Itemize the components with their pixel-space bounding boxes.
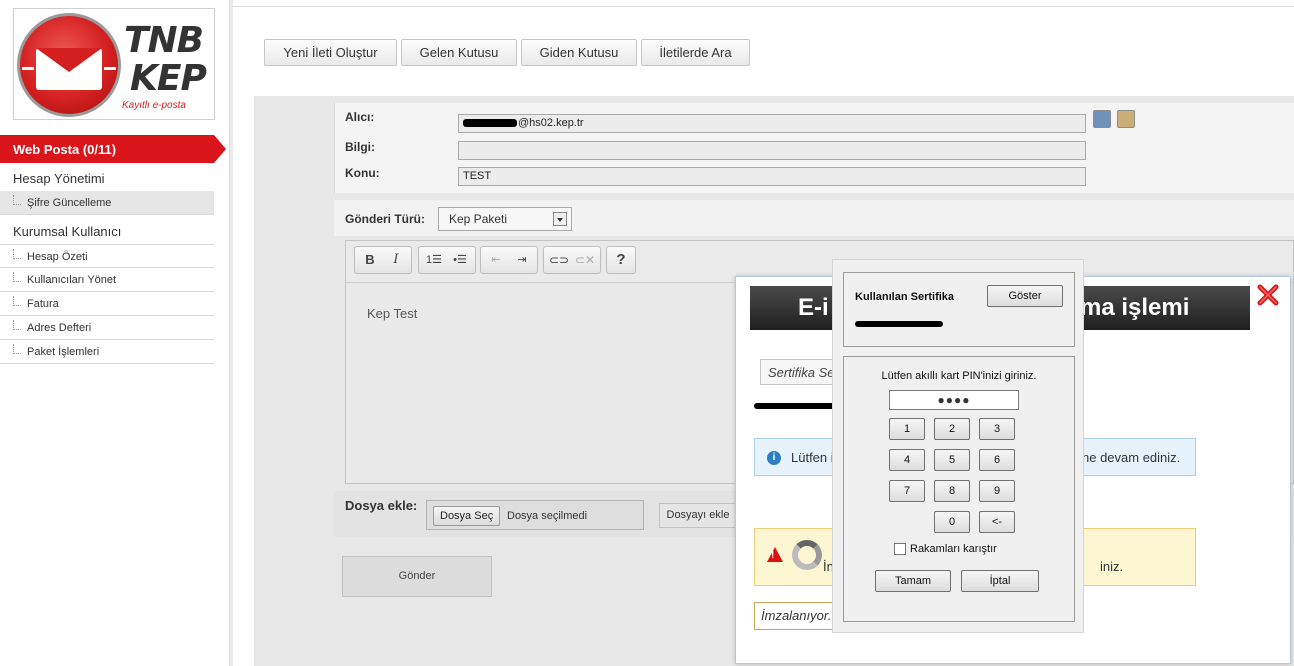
info-icon: i	[767, 451, 781, 465]
key-1[interactable]: 1	[889, 418, 925, 440]
signing-status: İmzalanıyor...	[754, 602, 836, 630]
key-3[interactable]: 3	[979, 418, 1015, 440]
key-2[interactable]: 2	[934, 418, 970, 440]
sidebar-item-label: Şifre Güncelleme	[27, 197, 112, 209]
address-book-icon[interactable]	[1117, 110, 1135, 128]
pin-input[interactable]: ●●●●	[889, 390, 1019, 410]
sidebar-item-sifre-guncelleme[interactable]: Şifre Güncelleme	[0, 191, 214, 215]
cancel-button[interactable]: İptal	[961, 570, 1039, 592]
key-5[interactable]: 5	[934, 449, 970, 471]
redacted-text	[463, 119, 517, 128]
italic-icon[interactable]: I	[385, 250, 407, 270]
outdent-icon[interactable]: ⇤	[485, 250, 507, 270]
key-0[interactable]: 0	[934, 511, 970, 533]
shuffle-digits-checkbox[interactable]	[894, 543, 906, 555]
certificate-group: Kullanılan Sertifika Göster	[843, 272, 1075, 347]
logo-kep-text: KEP	[130, 58, 207, 99]
sidebar-item-adres-defteri[interactable]: Adres Defteri	[0, 316, 214, 340]
certificate-label: Kullanılan Sertifika	[855, 291, 955, 303]
no-file-text: Dosya seçilmedi	[507, 510, 588, 522]
unlink-icon[interactable]: ⊂✕	[574, 250, 596, 270]
subject-field[interactable]: TEST	[458, 167, 1086, 186]
sidebar-heading-hesap-yonetimi[interactable]: Hesap Yönetimi	[0, 165, 214, 191]
choose-file-button[interactable]: Dosya Seç	[433, 506, 501, 526]
key-9[interactable]: 9	[979, 480, 1015, 502]
search-messages-button[interactable]: İletilerde Ara	[641, 39, 750, 66]
add-file-button[interactable]: Dosyayı ekle	[659, 503, 737, 528]
key-4[interactable]: 4	[889, 449, 925, 471]
show-certificate-button[interactable]: Göster	[987, 285, 1063, 307]
close-icon[interactable]	[1256, 283, 1280, 307]
logo-tagline: Kayıtlı e-posta	[122, 100, 186, 111]
send-button[interactable]: Gönder	[342, 556, 492, 597]
sidebar-item-label: Fatura	[27, 298, 59, 310]
sidebar-divider	[229, 0, 233, 666]
redacted-text	[754, 403, 836, 409]
dialog-title-right: ma işlemi	[1080, 294, 1190, 321]
message-body-text: Kep Test	[367, 306, 418, 321]
logo-tnb-text: TNB	[124, 20, 204, 61]
subject-label: Konu:	[345, 166, 380, 180]
cc-field[interactable]	[458, 141, 1086, 160]
bold-icon[interactable]: B	[359, 250, 381, 270]
to-label: Alıcı:	[345, 110, 375, 124]
pin-keypad-group: Lütfen akıllı kart PIN'inizi giriniz. ●●…	[843, 356, 1075, 622]
sent-button[interactable]: Giden Kutusu	[521, 39, 637, 66]
sidebar-item-fatura[interactable]: Fatura	[0, 292, 214, 316]
backspace-key[interactable]: <-	[979, 511, 1015, 533]
attach-label: Dosya ekle:	[345, 498, 418, 513]
sidebar-item-label: Paket İşlemleri	[27, 346, 100, 358]
new-message-button[interactable]: Yeni İleti Oluştur	[264, 39, 397, 66]
delivery-type-label: Gönderi Türü:	[345, 212, 425, 226]
key-7[interactable]: 7	[889, 480, 925, 502]
link-icon[interactable]: ⊂⊃	[548, 250, 570, 270]
tnb-kep-logo[interactable]: TNB KEP Kayıtlı e-posta	[13, 8, 215, 120]
sidebar-item-paket-islemleri[interactable]: Paket İşlemleri	[0, 340, 214, 364]
redacted-text	[855, 321, 943, 327]
sidebar-item-kullanicilari-yonet[interactable]: Kullanıcıları Yönet	[0, 268, 214, 292]
webmail-page: TNB KEP Kayıtlı e-posta Web Posta (0/11)…	[0, 0, 1294, 666]
sidebar-item-label: Hesap Özeti	[27, 251, 88, 263]
envelope-logo-icon	[17, 13, 121, 117]
ordered-list-icon[interactable]: 1☰	[423, 250, 445, 270]
sidebar-item-label: Adres Defteri	[27, 322, 92, 334]
unordered-list-icon[interactable]: •☰	[449, 250, 471, 270]
pin-entry-dialog: Kullanılan Sertifika Göster Lütfen akıll…	[832, 259, 1084, 633]
contacts-icon[interactable]	[1093, 110, 1111, 128]
chevron-down-icon	[553, 212, 567, 226]
key-6[interactable]: 6	[979, 449, 1015, 471]
sidebar-item-hesap-ozeti[interactable]: Hesap Özeti	[0, 244, 214, 268]
help-icon[interactable]: ?	[610, 250, 632, 270]
pin-prompt: Lütfen akıllı kart PIN'inizi giriniz.	[881, 370, 1037, 382]
header-divider	[232, 6, 1294, 7]
shuffle-digits-label: Rakamları karıştır	[910, 543, 997, 555]
to-field[interactable]: @hs02.kep.tr	[458, 114, 1086, 133]
ok-button[interactable]: Tamam	[875, 570, 951, 592]
sidebar-item-label: Kullanıcıları Yönet	[27, 274, 117, 286]
key-8[interactable]: 8	[934, 480, 970, 502]
dialog-title-left: E-i	[798, 294, 829, 321]
cc-label: Bilgi:	[345, 140, 375, 154]
loading-spinner-icon	[792, 540, 822, 570]
sidebar-heading-kurumsal-kullanici[interactable]: Kurumsal Kullanıcı	[0, 218, 214, 244]
warning-icon	[767, 547, 783, 562]
inbox-button[interactable]: Gelen Kutusu	[401, 39, 517, 66]
delivery-type-select[interactable]: Kep Paketi	[438, 207, 572, 231]
indent-icon[interactable]: ⇥	[511, 250, 533, 270]
sidebar-item-web-posta[interactable]: Web Posta (0/11)	[0, 135, 226, 163]
file-input[interactable]: Dosya Seç Dosya seçilmedi	[426, 500, 644, 530]
